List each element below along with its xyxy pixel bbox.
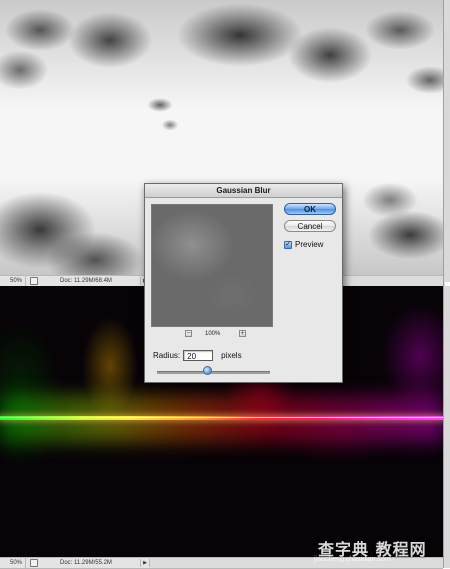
zoom-level[interactable]: 50% [0, 558, 26, 568]
blur-preview-area[interactable] [151, 204, 273, 327]
ok-button[interactable]: OK [284, 203, 336, 215]
window-divider [445, 282, 450, 286]
gaussian-blur-dialog: Gaussian Blur − 100% + Radius: 20 pixels… [144, 183, 343, 383]
zoom-in-button[interactable]: + [239, 330, 246, 337]
preview-zoom-controls: − 100% + [151, 329, 273, 339]
dialog-title[interactable]: Gaussian Blur [145, 184, 342, 198]
radius-slider-track[interactable] [157, 371, 270, 374]
preview-zoom-value: 100% [205, 331, 221, 337]
watermark-url: jiaocheng.chazidian.com [314, 556, 391, 563]
document-icon [30, 559, 38, 567]
light-streak-core [0, 417, 443, 418]
zoom-level[interactable]: 50% [0, 276, 26, 286]
radius-unit-label: pixels [221, 350, 242, 360]
site-watermark: 查字典 教程网 jiaocheng.chazidian.com [314, 536, 427, 563]
radius-label: Radius: [153, 350, 181, 360]
doc-size-info: Doc: 11.29M/68.4M [60, 278, 112, 284]
preview-label: Preview [295, 240, 324, 249]
doc-size-info: Doc: 11.29M/55.2M [60, 560, 112, 566]
zoom-out-button[interactable]: − [185, 330, 192, 337]
document-icon [30, 277, 38, 285]
radius-input[interactable]: 20 [183, 349, 214, 361]
radius-row: Radius: 20 pixels [153, 349, 242, 361]
preview-checkbox[interactable]: ✓ [284, 240, 292, 249]
window-right-edge [443, 0, 450, 568]
preview-checkbox-row[interactable]: ✓ Preview [284, 240, 323, 249]
cancel-button[interactable]: Cancel [284, 220, 336, 232]
status-menu-arrow-icon[interactable]: ▶ [140, 559, 150, 567]
radius-slider-thumb[interactable] [203, 366, 212, 375]
